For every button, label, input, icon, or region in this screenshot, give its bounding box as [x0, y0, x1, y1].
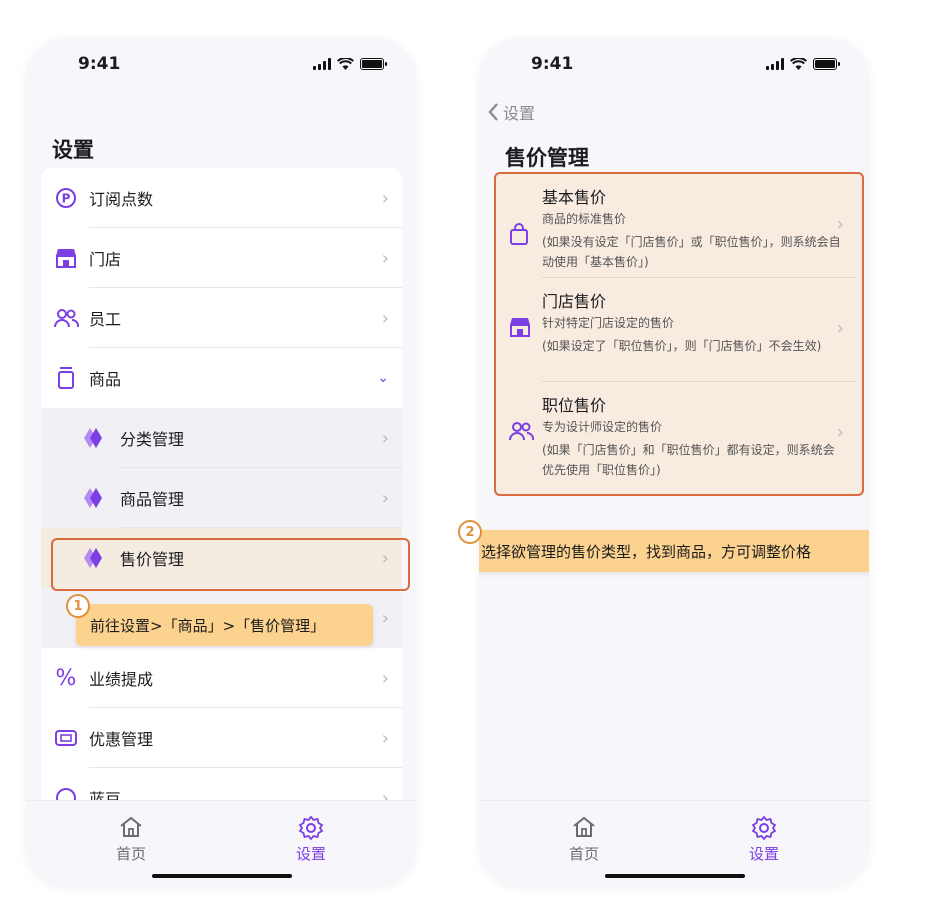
- coupon-icon: [53, 725, 79, 751]
- category-icon: [81, 425, 107, 451]
- settings-row-points[interactable]: P 订阅点数 ›: [41, 168, 402, 228]
- back-label: 设置: [503, 104, 536, 123]
- callout-text: 选择欲管理的售价类型，找到商品，方可调整价格: [481, 542, 812, 561]
- status-time: 9:41: [531, 54, 574, 74]
- tab-settings[interactable]: 设置: [276, 815, 346, 864]
- home-indicator: [152, 874, 292, 878]
- staff-icon: [53, 305, 79, 331]
- row-label: 商品: [89, 370, 122, 389]
- price-note: (如果没有设定「门店售价」或「职位售价」，则系统会自动使用「基本售价」): [542, 235, 841, 269]
- settings-row-product[interactable]: 商品 ⌄: [41, 348, 402, 408]
- tab-bar: 首页 设置: [26, 800, 416, 886]
- chevron-right-icon: ›: [381, 667, 389, 689]
- wifi-icon: [790, 58, 807, 70]
- callout-step-1: 前往设置>「商品」>「售价管理」: [76, 604, 373, 646]
- callout-step-2: 选择欲管理的售价类型，找到商品，方可调整价格: [479, 530, 869, 572]
- tab-label: 设置: [295, 845, 326, 863]
- chevron-right-icon: ›: [381, 487, 389, 509]
- store-icon: [508, 316, 534, 342]
- wifi-icon: [337, 58, 354, 70]
- price-note: (如果「门店售价」和「职位售价」都有设定，则系统会优先使用「职位售价」): [542, 443, 835, 477]
- price-type-list: 基本售价 商品的标准售价 (如果没有设定「门店售价」或「职位售价」，则系统会自动…: [494, 172, 864, 496]
- chevron-right-icon: ›: [381, 607, 389, 629]
- status-icons: [766, 58, 840, 70]
- status-bar: 9:41: [479, 38, 869, 90]
- signal-icon: [313, 58, 331, 70]
- phone-settings: 9:41 设置 P 订阅点数 › 门店 › 员工 › 商品 ⌄ 分类管理 › 商…: [26, 38, 416, 886]
- chevron-left-icon: [488, 103, 498, 121]
- step-number-badge: 2: [458, 520, 482, 544]
- price-note: (如果设定了「职位售价」，则「门店售价」不会生效): [542, 339, 822, 353]
- step-number-badge: 1: [66, 594, 90, 618]
- staff-icon: [508, 420, 535, 446]
- row-label: 订阅点数: [89, 190, 154, 209]
- price-row-store[interactable]: 门店售价 针对特定门店设定的售价 (如果设定了「职位售价」，则「门店售价」不会生…: [496, 278, 862, 382]
- chevron-right-icon: ›: [381, 307, 389, 329]
- highlight-box: [51, 538, 410, 591]
- signal-icon: [766, 58, 784, 70]
- points-icon: P: [53, 185, 79, 211]
- row-label: 商品管理: [120, 490, 185, 509]
- status-icons: [313, 58, 387, 70]
- tab-label: 首页: [568, 845, 599, 863]
- page-title: 设置: [52, 138, 94, 162]
- chevron-right-icon: ›: [836, 422, 844, 443]
- tab-bar: 首页 设置: [479, 800, 869, 886]
- page-title: 售价管理: [505, 146, 589, 170]
- home-icon: [96, 815, 166, 841]
- chevron-right-icon: ›: [381, 427, 389, 449]
- bag-icon: [508, 222, 534, 248]
- store-icon: [53, 245, 79, 271]
- chevron-right-icon: ›: [381, 247, 389, 269]
- price-title: 职位售价: [542, 396, 607, 415]
- chevron-down-icon: ⌄: [377, 370, 389, 386]
- row-label: 员工: [89, 310, 122, 329]
- price-row-position[interactable]: 职位售价 专为设计师设定的售价 (如果「门店售价」和「职位售价」都有设定，则系统…: [496, 382, 862, 486]
- battery-icon: [813, 58, 840, 70]
- back-button[interactable]: 设置: [487, 100, 535, 124]
- settings-row-coupon[interactable]: 优惠管理 ›: [41, 708, 402, 768]
- product-icon: [53, 365, 79, 391]
- settings-list: P 订阅点数 › 门店 › 员工 › 商品 ⌄ 分类管理 › 商品管理 › 售价…: [41, 168, 402, 828]
- chevron-right-icon: ›: [836, 214, 844, 235]
- row-label: 业绩提成: [89, 670, 154, 689]
- gear-icon: [276, 815, 346, 841]
- home-indicator: [605, 874, 745, 878]
- tab-label: 首页: [115, 845, 146, 863]
- chevron-right-icon: ›: [381, 727, 389, 749]
- row-label: 优惠管理: [89, 730, 154, 749]
- status-bar: 9:41: [26, 38, 416, 90]
- product-manage-icon: [81, 485, 107, 511]
- chevron-right-icon: ›: [381, 187, 389, 209]
- price-subtitle: 商品的标准售价: [542, 212, 627, 226]
- settings-row-category[interactable]: 分类管理 ›: [41, 408, 402, 468]
- price-title: 基本售价: [542, 188, 607, 207]
- settings-row-store[interactable]: 门店 ›: [41, 228, 402, 288]
- settings-row-commission[interactable]: % 业绩提成 ›: [41, 648, 402, 708]
- price-subtitle: 专为设计师设定的售价: [542, 420, 663, 434]
- home-icon: [549, 815, 619, 841]
- row-label: 门店: [89, 250, 122, 269]
- price-row-basic[interactable]: 基本售价 商品的标准售价 (如果没有设定「门店售价」或「职位售价」，则系统会自动…: [496, 174, 862, 278]
- row-label: 分类管理: [120, 430, 185, 449]
- phone-price-management: 9:41 设置 售价管理 基本售价 商品的标准售价 (如果没有设定「门店售价」或…: [479, 38, 869, 886]
- settings-row-product-manage[interactable]: 商品管理 ›: [41, 468, 402, 528]
- tab-home[interactable]: 首页: [549, 815, 619, 864]
- percent-icon: %: [55, 665, 77, 691]
- svg-text:P: P: [62, 192, 71, 206]
- callout-text: 前往设置>「商品」>「售价管理」: [90, 616, 326, 635]
- gear-icon: [729, 815, 799, 841]
- tab-settings[interactable]: 设置: [729, 815, 799, 864]
- chevron-right-icon: ›: [836, 318, 844, 339]
- price-subtitle: 针对特定门店设定的售价: [542, 316, 675, 330]
- tab-label: 设置: [748, 845, 779, 863]
- price-title: 门店售价: [542, 292, 607, 311]
- settings-row-staff[interactable]: 员工 ›: [41, 288, 402, 348]
- tab-home[interactable]: 首页: [96, 815, 166, 864]
- status-time: 9:41: [78, 54, 121, 74]
- battery-icon: [360, 58, 387, 70]
